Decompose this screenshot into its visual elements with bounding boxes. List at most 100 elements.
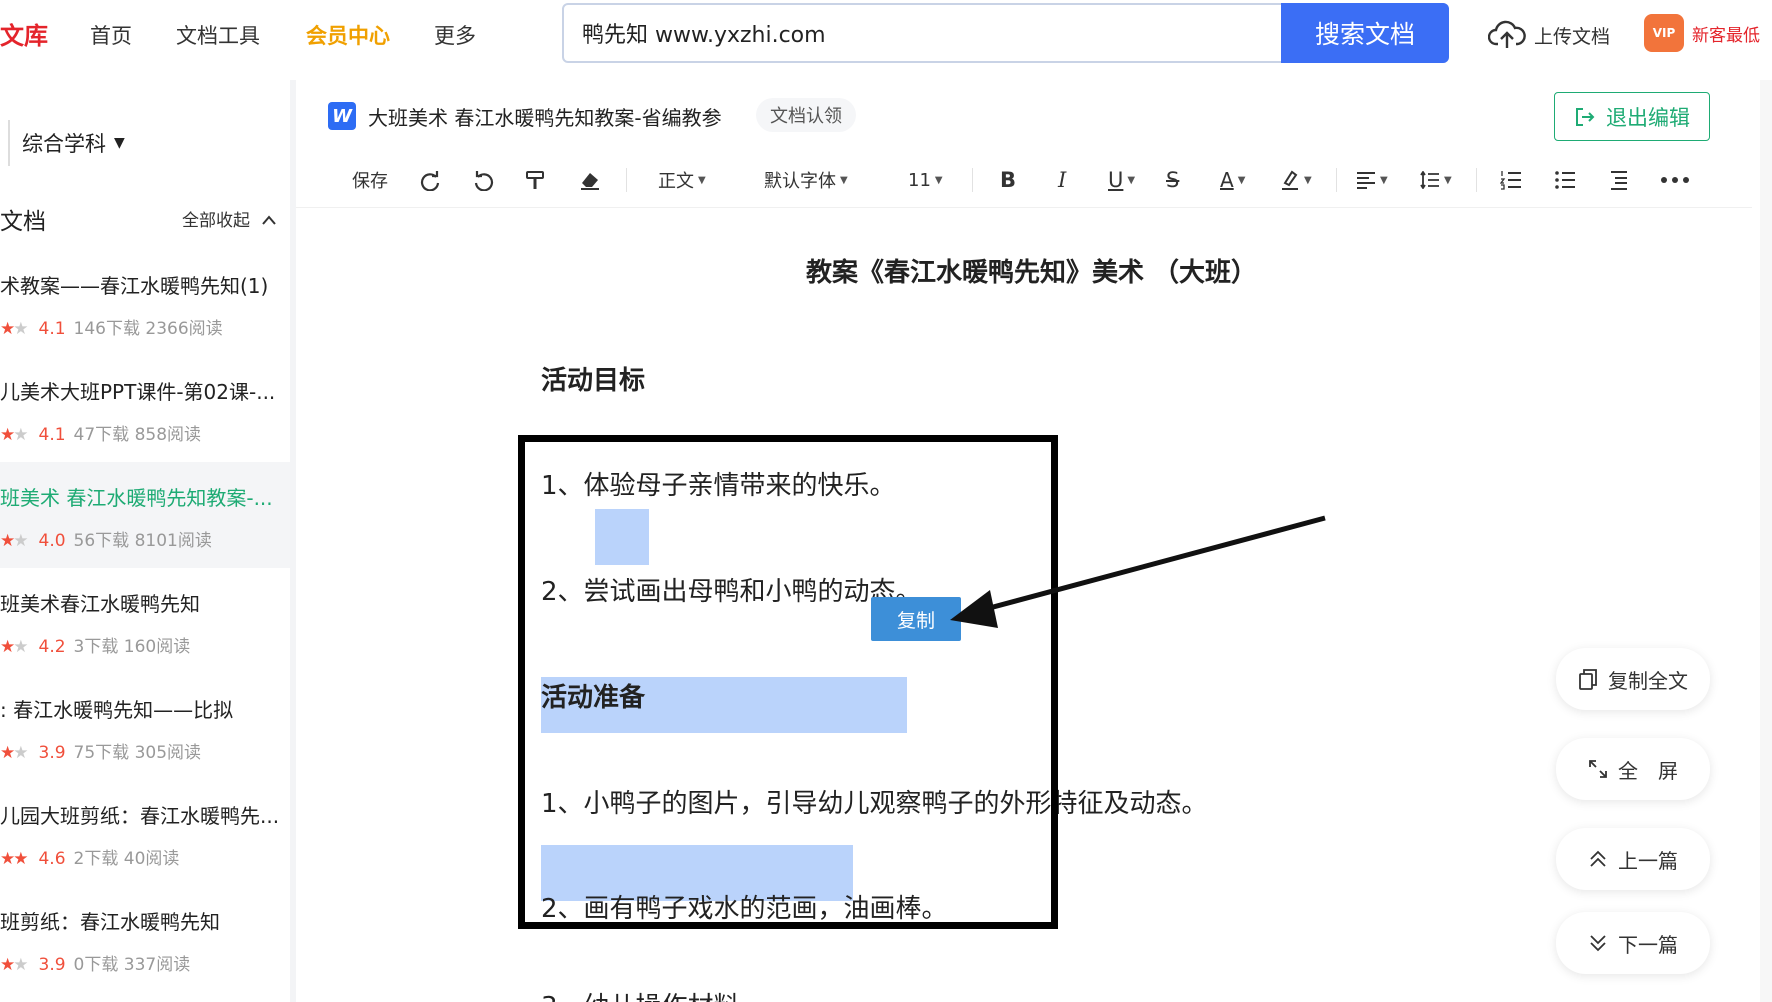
editor-toolbar: 保存 正文 ▼ 默认字体 ▼ 11 ▼ B I U ▼ S A ▼ ▼ ▼ ▼ bbox=[296, 152, 1752, 208]
numbered-list-icon bbox=[1500, 171, 1521, 190]
bullet-list-button[interactable] bbox=[1554, 152, 1576, 208]
font-family-dropdown[interactable]: 默认字体 ▼ bbox=[764, 152, 848, 208]
underline-label: U bbox=[1108, 168, 1124, 192]
next-doc-button[interactable]: 下一篇 bbox=[1556, 912, 1710, 974]
indent-icon bbox=[1611, 171, 1627, 190]
doc-rating: 4.1 bbox=[38, 319, 66, 339]
upload-button[interactable]: 上传文档 bbox=[1488, 20, 1610, 50]
doc-reads: 305阅读 bbox=[134, 743, 202, 763]
style-label: 正文 bbox=[658, 171, 694, 192]
star-rating-icon: ★★ bbox=[0, 319, 29, 339]
caret-down-icon: ▼ bbox=[698, 174, 706, 186]
previous-doc-label: 上一篇 bbox=[1618, 848, 1678, 873]
doc-meta: ★★ 4.1 146下载 2366阅读 bbox=[0, 314, 223, 339]
save-button[interactable]: 保存 bbox=[352, 152, 388, 208]
doc-reads: 337阅读 bbox=[123, 955, 191, 975]
annotation-frame bbox=[518, 435, 1058, 929]
vip-gift-icon: VIP bbox=[1644, 14, 1684, 52]
fullscreen-button[interactable]: 全 屏 bbox=[1556, 738, 1710, 800]
new-user-label: 新客最低 bbox=[1692, 25, 1760, 46]
site-logo[interactable]: 文库 bbox=[0, 16, 48, 51]
doc-meta: ★★ 3.9 0下载 337阅读 bbox=[0, 950, 190, 975]
doc-downloads: 3下载 bbox=[73, 637, 119, 657]
exit-edit-button[interactable]: 退出编辑 bbox=[1554, 92, 1710, 141]
copy-selection-button[interactable]: 复制 bbox=[871, 597, 961, 641]
caret-down-icon: ▼ bbox=[114, 135, 125, 151]
italic-button[interactable]: I bbox=[1058, 152, 1066, 208]
caret-down-icon: ▼ bbox=[1444, 174, 1452, 186]
toolbar-divider bbox=[1476, 168, 1477, 192]
doc-reads: 8101阅读 bbox=[134, 531, 212, 551]
font-label: 默认字体 bbox=[764, 171, 836, 192]
doc-rating: 4.1 bbox=[38, 425, 66, 445]
new-user-offer[interactable]: VIP 新客最低 bbox=[1644, 14, 1760, 52]
nav-doc-tools[interactable]: 文档工具 bbox=[176, 20, 260, 50]
doc-meta: ★★ 4.2 3下载 160阅读 bbox=[0, 632, 190, 657]
redo-icon bbox=[420, 171, 440, 191]
more-tools-button[interactable] bbox=[1660, 152, 1690, 208]
font-size-label: 11 bbox=[908, 169, 931, 191]
copy-icon bbox=[1579, 669, 1597, 690]
star-rating-icon: ★★ bbox=[0, 955, 29, 975]
doc-reads: 40阅读 bbox=[123, 849, 180, 869]
expand-icon bbox=[1589, 760, 1607, 778]
bold-button[interactable]: B bbox=[1000, 152, 1016, 208]
font-size-dropdown[interactable]: 11 ▼ bbox=[908, 152, 943, 208]
sidebar-doc-item[interactable]: 班剪纸：春江水暖鸭先知 ★★ 3.9 0下载 337阅读 bbox=[0, 886, 290, 992]
sidebar-doc-item[interactable]: : 春江水暖鸭先知——比拟 ★★ 3.9 75下载 305阅读 bbox=[0, 674, 290, 780]
doc-title: : 春江水暖鸭先知——比拟 bbox=[0, 698, 234, 722]
copy-all-button[interactable]: 复制全文 bbox=[1556, 648, 1710, 710]
format-painter-button[interactable] bbox=[524, 152, 546, 208]
collapse-all-button[interactable]: 全部收起 bbox=[182, 206, 277, 231]
sidebar-doc-item[interactable]: 儿园大班剪纸：春江水暖鸭先... ★★ 4.6 2下载 40阅读 bbox=[0, 780, 290, 886]
line-spacing-dropdown[interactable]: ▼ bbox=[1420, 152, 1452, 208]
nav-more[interactable]: 更多 bbox=[434, 20, 476, 50]
underline-dropdown[interactable]: U ▼ bbox=[1108, 152, 1135, 208]
section-heading-goals: 活动目标 bbox=[541, 366, 646, 396]
undo-icon bbox=[474, 171, 494, 191]
eraser-button[interactable] bbox=[578, 152, 602, 208]
double-chevron-up-icon bbox=[1590, 850, 1606, 867]
exit-edit-label: 退出编辑 bbox=[1606, 105, 1690, 130]
align-dropdown[interactable]: ▼ bbox=[1356, 152, 1388, 208]
redo-button[interactable] bbox=[418, 152, 442, 208]
claim-document-button[interactable]: 文档认领 bbox=[756, 98, 856, 132]
highlight-dropdown[interactable]: ▼ bbox=[1280, 152, 1312, 208]
paragraph-style-dropdown[interactable]: 正文 ▼ bbox=[658, 152, 706, 208]
nav-member-center[interactable]: 会员中心 bbox=[306, 20, 390, 50]
caret-down-icon: ▼ bbox=[1380, 174, 1388, 186]
related-docs-sidebar: 综合学科 ▼ 文档 全部收起 术教案——春江水暖鸭先知(1) ★★ 4.1 146下… bbox=[0, 80, 296, 1002]
copy-all-label: 复制全文 bbox=[1608, 668, 1688, 693]
sidebar-doc-item-active[interactable]: 班美术 春江水暖鸭先知教案-... ★★ 4.0 56下载 8101阅读 bbox=[0, 462, 290, 568]
undo-button[interactable] bbox=[472, 152, 496, 208]
nav-home[interactable]: 首页 bbox=[90, 20, 132, 50]
doc-title: 儿美术大班PPT课件-第02课-... bbox=[0, 380, 276, 404]
doc-downloads: 2下载 bbox=[73, 849, 119, 869]
doc-title: 儿园大班剪纸：春江水暖鸭先... bbox=[0, 804, 280, 828]
search-input[interactable] bbox=[582, 5, 1202, 61]
indent-button[interactable] bbox=[1608, 152, 1630, 208]
caret-down-icon: ▼ bbox=[840, 174, 848, 186]
toolbar-divider bbox=[626, 168, 627, 192]
star-rating-icon: ★★ bbox=[0, 531, 29, 551]
search-button[interactable]: 搜索文档 bbox=[1281, 3, 1449, 63]
doc-title: 班美术春江水暖鸭先知 bbox=[0, 592, 200, 616]
font-color-dropdown[interactable]: A ▼ bbox=[1220, 152, 1245, 208]
numbered-list-button[interactable] bbox=[1500, 152, 1522, 208]
sidebar-doc-item[interactable]: 儿美术大班PPT课件-第02课-... ★★ 4.1 47下载 858阅读 bbox=[0, 356, 290, 462]
toolbar-divider bbox=[972, 168, 973, 192]
previous-doc-button[interactable]: 上一篇 bbox=[1556, 828, 1710, 890]
doc-downloads: 0下载 bbox=[73, 955, 119, 975]
document-heading: 教案《春江水暖鸭先知》美术 （大班） bbox=[806, 258, 1258, 288]
doc-rating: 4.0 bbox=[38, 531, 66, 551]
sidebar-doc-item[interactable]: 班美术春江水暖鸭先知 ★★ 4.2 3下载 160阅读 bbox=[0, 568, 290, 674]
scrollbar-track[interactable] bbox=[1760, 80, 1772, 1002]
sidebar-doc-item[interactable]: 术教案——春江水暖鸭先知(1) ★★ 4.1 146下载 2366阅读 bbox=[0, 250, 290, 356]
subject-dropdown[interactable]: 综合学科 ▼ bbox=[8, 120, 140, 166]
caret-down-icon: ▼ bbox=[1304, 174, 1312, 186]
doc-reads: 858阅读 bbox=[134, 425, 202, 445]
doc-rating: 4.6 bbox=[38, 849, 66, 869]
strikethrough-button[interactable]: S bbox=[1166, 152, 1179, 208]
doc-downloads: 75下载 bbox=[73, 743, 130, 763]
bullet-list-icon bbox=[1555, 171, 1575, 189]
